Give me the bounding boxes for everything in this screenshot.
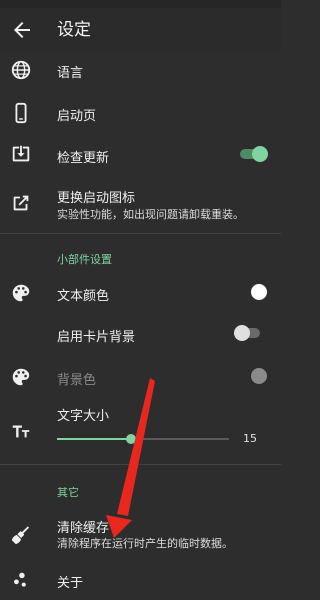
broom-icon bbox=[11, 526, 30, 545]
settings-item-change-icon[interactable]: 更换启动图标 实验性功能，如出现问题请卸载重装。 bbox=[0, 180, 281, 224]
check-update-toggle[interactable] bbox=[240, 146, 268, 162]
check-update-label: 检查更新 bbox=[57, 151, 110, 166]
background-color-label: 背景色 bbox=[57, 373, 97, 388]
start-page-label: 启动页 bbox=[57, 109, 97, 124]
palette-icon bbox=[12, 284, 30, 302]
text-size-label: 文字大小 bbox=[57, 409, 110, 424]
download-box-icon bbox=[12, 145, 30, 162]
status-bar bbox=[0, 0, 281, 8]
arrow-left-icon[interactable] bbox=[10, 18, 34, 42]
page-title: 设定 bbox=[57, 20, 91, 40]
text-size-icon bbox=[12, 425, 30, 438]
toggle-thumb bbox=[234, 325, 250, 341]
about-label: 关于 bbox=[57, 576, 84, 591]
settings-item-about[interactable]: 关于 bbox=[0, 566, 281, 596]
card-background-label: 启用卡片背景 bbox=[57, 330, 136, 345]
settings-item-card-background[interactable]: 启用卡片背景 bbox=[0, 318, 281, 348]
settings-item-background-color[interactable]: 背景色 bbox=[0, 362, 281, 392]
slider-thumb[interactable] bbox=[125, 434, 136, 444]
app-bar: 设定 bbox=[0, 8, 281, 52]
section-divider bbox=[0, 233, 281, 234]
settings-item-clear-cache[interactable]: 清除缓存 清除程序在运行时产生的临时数据。 bbox=[0, 512, 281, 556]
dots-icon bbox=[14, 572, 26, 587]
section-divider bbox=[0, 464, 281, 465]
background-color-swatch[interactable] bbox=[251, 368, 267, 384]
text-size-slider[interactable] bbox=[57, 432, 229, 446]
settings-item-language[interactable]: 语言 bbox=[0, 52, 281, 88]
text-color-label: 文本颜色 bbox=[57, 289, 110, 304]
clear-cache-subtitle: 清除程序在运行时产生的临时数据。 bbox=[57, 537, 233, 550]
language-label: 语言 bbox=[57, 66, 84, 81]
change-icon-subtitle: 实验性功能，如出现问题请卸载重装。 bbox=[57, 208, 244, 221]
settings-item-text-color[interactable]: 文本颜色 bbox=[0, 278, 281, 308]
open-external-icon bbox=[13, 195, 29, 211]
card-background-toggle[interactable] bbox=[234, 325, 262, 341]
slider-fill bbox=[57, 438, 131, 440]
globe-icon bbox=[11, 60, 31, 80]
palette-icon bbox=[12, 368, 30, 386]
text-size-value: 15 bbox=[243, 432, 257, 445]
settings-item-start-page[interactable]: 启动页 bbox=[0, 94, 281, 132]
settings-item-check-update[interactable]: 检查更新 bbox=[0, 138, 281, 172]
toggle-thumb bbox=[252, 146, 268, 162]
section-header-widget: 小部件设置 bbox=[57, 253, 112, 266]
phone-icon bbox=[15, 102, 27, 124]
text-color-swatch[interactable] bbox=[251, 284, 267, 300]
clear-cache-label: 清除缓存 bbox=[57, 521, 110, 536]
section-header-other: 其它 bbox=[57, 486, 79, 499]
change-icon-label: 更换启动图标 bbox=[57, 191, 136, 206]
